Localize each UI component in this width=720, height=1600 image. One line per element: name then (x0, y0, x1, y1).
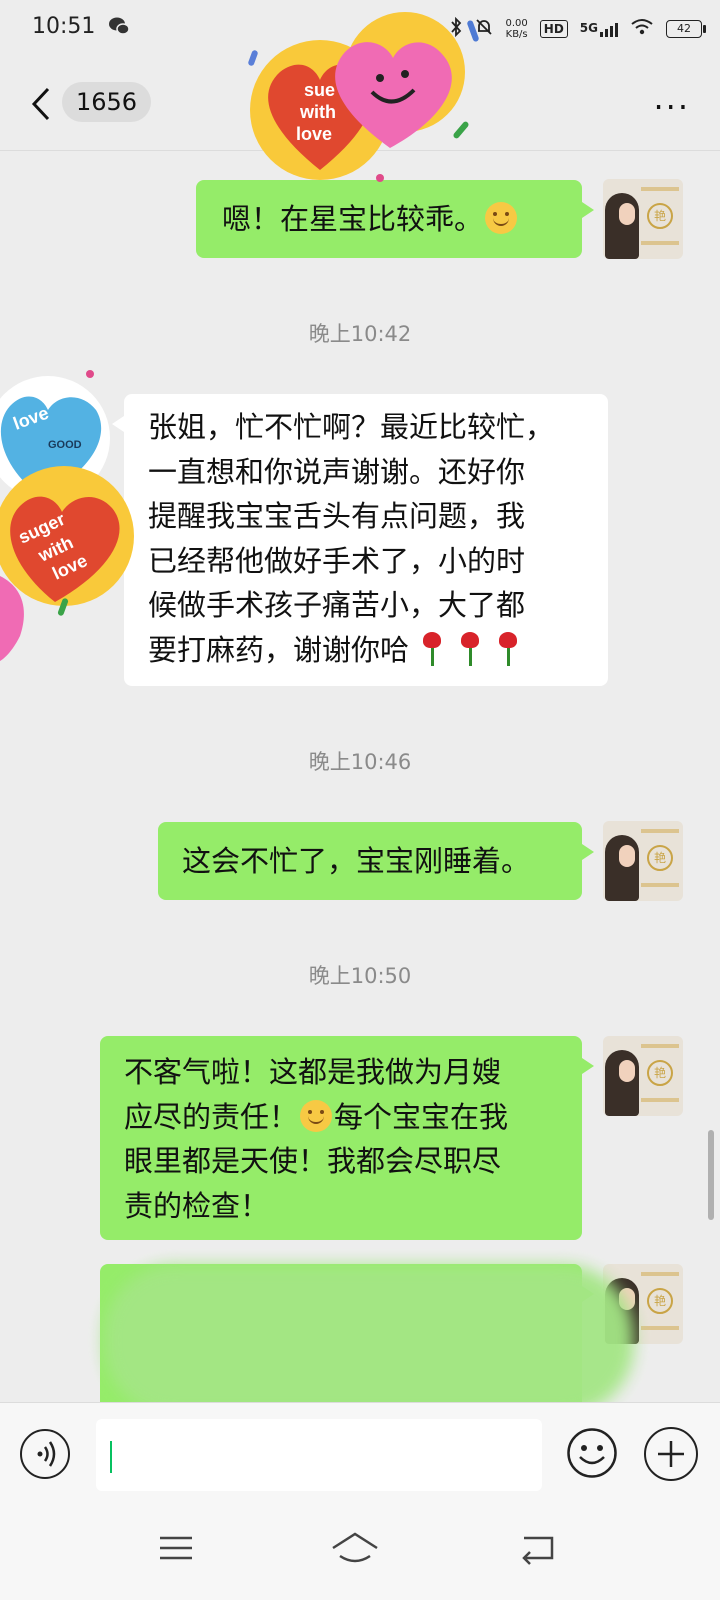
message-text: 这会不忙了，宝宝刚睡着。 (182, 844, 531, 878)
voice-icon[interactable] (20, 1429, 70, 1479)
message-line: 已经帮他做好手术了，小的时 (148, 543, 526, 578)
message-bubble-incoming[interactable]: 张姐，忙不忙啊？最近比较忙， 一直想和你说声谢谢。还好你 提醒我宝宝舌头有点问题… (112, 394, 608, 686)
message-input[interactable] (96, 1419, 542, 1491)
message-line: 要打麻药，谢谢你哈 (148, 628, 584, 673)
signal-indicator: 5G (580, 21, 618, 37)
net-speed-value: 0.00 (505, 18, 528, 29)
message-line: 一直想和你说声谢谢。还好你 (148, 454, 526, 489)
back-nav-icon[interactable] (516, 1528, 566, 1572)
rose-emoji-icon (417, 630, 447, 666)
avatar-badge: 艳 (647, 845, 673, 871)
redaction-blur (104, 1265, 634, 1415)
message-line-text: 要打麻药，谢谢你哈 (148, 632, 410, 667)
input-bar (0, 1402, 720, 1503)
net-speed: 0.00 KB/s (506, 18, 528, 40)
menu-icon[interactable] (156, 1528, 206, 1572)
message-line: 张姐，忙不忙啊？最近比较忙， (148, 410, 555, 444)
hd-badge: HD (539, 20, 568, 38)
plus-icon[interactable] (644, 1427, 698, 1481)
avatar[interactable]: 艳 (603, 1036, 683, 1116)
network-type: 5G (579, 21, 598, 35)
home-icon[interactable] (330, 1528, 380, 1572)
emoji-icon[interactable] (566, 1427, 618, 1479)
system-nav-bar (0, 1502, 720, 1600)
net-speed-unit: KB/s (505, 29, 528, 40)
signal-bars-icon (600, 21, 618, 37)
avatar-badge: 艳 (647, 1288, 673, 1314)
status-time: 10:51 (32, 14, 96, 39)
message-line: 责的检查！ (124, 1188, 270, 1223)
timestamp: 晚上10:42 (308, 322, 412, 346)
message-bubble-outgoing[interactable]: 嗯！在星宝比较乖。 (196, 180, 594, 258)
rose-emoji-icon (493, 630, 523, 666)
avatar[interactable]: 艳 (603, 179, 683, 259)
smile-emoji-icon (485, 202, 518, 234)
rose-emoji-icon (455, 630, 485, 666)
chat-header: 1656 ··· (0, 58, 720, 151)
message-line: 提醒我宝宝舌头有点问题，我 (148, 499, 526, 533)
chevron-left-icon[interactable] (30, 86, 52, 126)
avatar-badge: 艳 (647, 203, 673, 229)
scrollbar[interactable] (708, 1130, 714, 1220)
text-caret (110, 1441, 112, 1473)
timestamp: 晚上10:46 (308, 750, 412, 774)
message-line: 不客气啦！这都是我做为月嫂 (124, 1055, 502, 1089)
message-bubble-outgoing[interactable]: 这会不忙了，宝宝刚睡着。 (158, 822, 594, 900)
message-line: 眼里都是天使！我都会尽职尽 (124, 1144, 502, 1178)
avatar-badge: 艳 (647, 1060, 673, 1086)
status-bar: 10:51 0.00 KB/s HD 5G 42 (0, 0, 720, 58)
timestamp: 晚上10:50 (308, 964, 412, 988)
battery-indicator: 42 (666, 20, 706, 38)
message-list[interactable]: 嗯！在星宝比较乖。 艳 晚上10:42 张姐，忙不忙啊？最近比较忙， 一直想和你… (0, 151, 720, 1414)
bluetooth-icon (450, 16, 462, 41)
message-line: 应尽的责任！ 每个宝宝在我 (124, 1095, 558, 1140)
smile-emoji-icon (300, 1099, 333, 1132)
message-line-text: 每个宝宝在我 (334, 1099, 509, 1134)
message-line-text: 应尽的责任！ (124, 1099, 299, 1134)
message-text: 嗯！在星宝比较乖。 (222, 202, 484, 236)
message-line: 候做手术孩子痛苦小，大了都 (148, 588, 526, 622)
mute-icon (474, 17, 494, 41)
wechat-notification-icon (108, 16, 130, 40)
message-bubble-outgoing[interactable]: 不客气啦！这都是我做为月嫂 应尽的责任！ 每个宝宝在我 眼里都是天使！我都会尽职尽… (100, 1036, 594, 1240)
wifi-icon (630, 18, 654, 40)
more-dots-icon[interactable]: ··· (653, 88, 690, 126)
avatar[interactable]: 艳 (603, 821, 683, 901)
unread-count-badge[interactable]: 1656 (62, 82, 152, 122)
